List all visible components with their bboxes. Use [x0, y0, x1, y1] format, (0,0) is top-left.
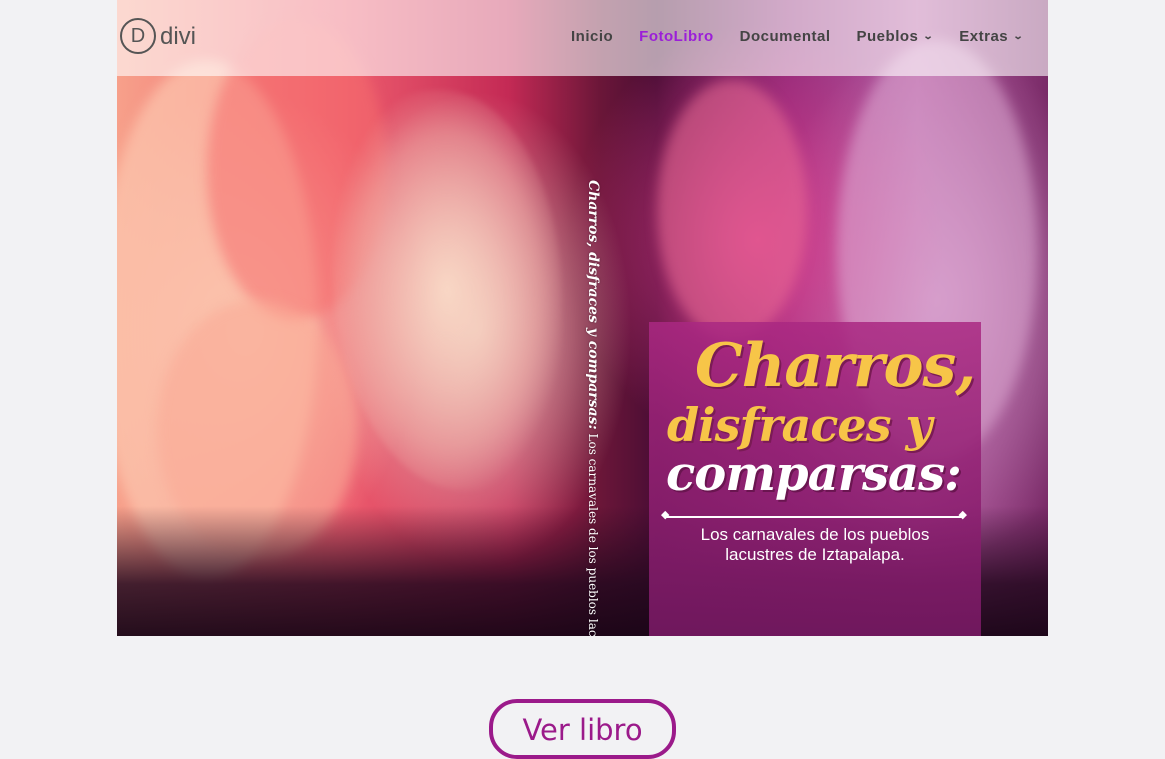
cover-title-line3: comparsas: — [666, 446, 962, 502]
cover-subtitle-line1: Los carnavales de los pueblos — [700, 525, 930, 544]
nav-label: Pueblos — [856, 28, 919, 45]
nav-item-extras[interactable]: Extras ⌄ — [959, 28, 1023, 45]
nav-item-inicio[interactable]: Inicio — [571, 28, 613, 45]
ver-libro-label: Ver libro — [522, 713, 643, 747]
spine-text: Charros, disfraces y comparsas: Los carn… — [585, 180, 601, 636]
nav-item-documental[interactable]: Documental — [740, 28, 831, 45]
cover-subtitle-line2: lacustres de Iztapalapa. — [725, 545, 905, 564]
chevron-down-icon: ⌄ — [1012, 31, 1025, 42]
figure-queen — [657, 80, 807, 340]
logo-mark: D — [120, 18, 156, 54]
spine-title: Charros, disfraces y comparsas: — [585, 180, 601, 430]
nav-label: Documental — [739, 28, 831, 45]
book-cover-image: Charros, disfraces y comparsas: Los carn… — [117, 0, 1048, 636]
cover-subtitle: Los carnavales de los pueblos lacustres … — [665, 525, 965, 565]
nav-item-pueblos[interactable]: Pueblos ⌄ — [857, 28, 934, 45]
nav-label: FotoLibro — [639, 28, 714, 45]
cover-divider — [661, 508, 967, 521]
nav-label: Extras — [959, 28, 1009, 45]
cover-title-line2: disfraces y — [667, 398, 932, 452]
chevron-down-icon: ⌄ — [923, 31, 935, 42]
main-nav: Inicio FotoLibro Documental Pueblos ⌄ Ex… — [571, 28, 1024, 45]
ver-libro-button[interactable]: Ver libro — [489, 699, 676, 759]
dragon-embroidery — [332, 90, 562, 490]
site-logo[interactable]: D divi — [120, 18, 196, 54]
logo-text: divi — [160, 23, 197, 50]
cover-title-line1: Charros, — [695, 331, 976, 401]
nav-label: Inicio — [571, 28, 614, 45]
spine-subtitle: Los carnavales de los pueblos lacustres … — [586, 433, 600, 636]
nav-item-fotolibro[interactable]: FotoLibro — [639, 28, 713, 45]
